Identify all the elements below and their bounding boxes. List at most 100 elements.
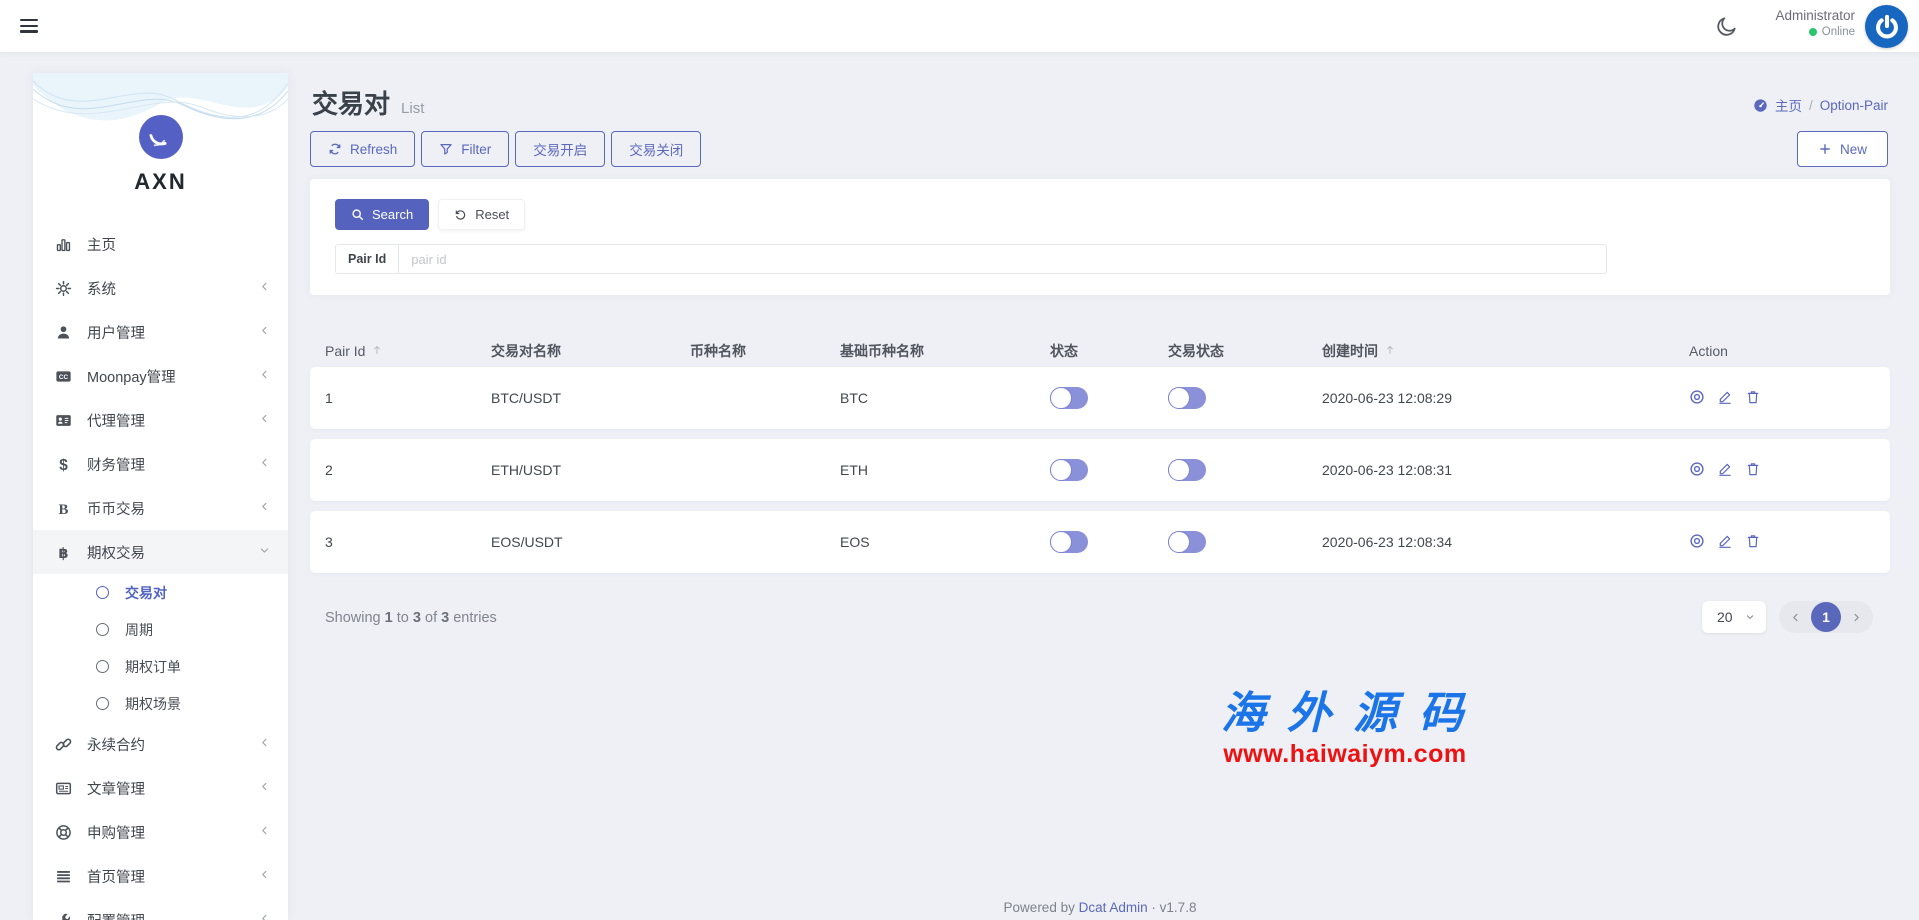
sidebar-item-homepage-mgmt[interactable]: 首页管理	[33, 854, 288, 898]
table-header: Pair Id交易对名称币种名称基础币种名称状态交易状态创建时间Action	[310, 331, 1890, 371]
trade-close-button[interactable]: 交易关闭	[611, 131, 701, 167]
refresh-icon	[328, 142, 342, 156]
filter-button[interactable]: Filter	[421, 131, 509, 167]
trade-status-toggle[interactable]	[1168, 459, 1206, 481]
eye-icon	[1689, 389, 1705, 405]
search-button[interactable]: Search	[335, 199, 429, 230]
dollar-icon: $	[54, 456, 72, 473]
sidebar-item-subscribe-mgmt[interactable]: 申购管理	[33, 810, 288, 854]
trade-open-button[interactable]: 交易开启	[515, 131, 605, 167]
sidebar-item-article-mgmt[interactable]: 文章管理	[33, 766, 288, 810]
edit-action-button[interactable]	[1717, 389, 1733, 408]
trash-action-button[interactable]	[1745, 389, 1761, 408]
avatar[interactable]	[1865, 5, 1908, 48]
svg-text:B: B	[58, 501, 68, 516]
column-header-created_at[interactable]: 创建时间	[1322, 341, 1689, 361]
topbar: Administrator Online	[0, 0, 1919, 52]
refresh-button[interactable]: Refresh	[310, 131, 415, 167]
sidebar-item-label: 永续合约	[87, 734, 145, 755]
user-name: Administrator	[1775, 8, 1855, 23]
search-panel: Search Reset Pair Id	[310, 179, 1890, 295]
cell-base-coin-name: BTC	[840, 390, 1050, 406]
table-row: 3EOS/USDTEOS2020-06-23 12:08:34	[310, 511, 1890, 573]
undo-icon	[454, 208, 467, 221]
life-ring-icon	[54, 824, 72, 841]
pair-id-label: Pair Id	[336, 245, 399, 273]
sidebar-item-moonpay-mgmt[interactable]: CCMoonpay管理	[33, 354, 288, 398]
chevron-left-icon	[259, 824, 270, 840]
trade-status-toggle[interactable]	[1168, 387, 1206, 409]
sidebar-item-label: 首页管理	[87, 866, 145, 887]
cell-pair-name: ETH/USDT	[491, 462, 690, 478]
sidebar-item-label: 财务管理	[87, 454, 145, 475]
cell-pair-id: 2	[325, 462, 491, 478]
sidebar-item-system[interactable]: 系统	[33, 266, 288, 310]
sidebar-subitem-option-orders[interactable]: 期权订单	[33, 648, 288, 685]
edit-action-button[interactable]	[1717, 533, 1733, 552]
new-button[interactable]: New	[1797, 131, 1888, 167]
user-menu[interactable]: Administrator Online	[1775, 8, 1855, 38]
edit-icon	[1717, 389, 1733, 405]
moon-icon[interactable]	[1716, 15, 1738, 37]
reset-button[interactable]: Reset	[438, 199, 525, 230]
search-icon	[351, 208, 364, 221]
sidebar-item-label: 代理管理	[87, 410, 145, 431]
chevron-left-icon	[259, 456, 270, 472]
status-toggle[interactable]	[1050, 531, 1088, 553]
chevron-left-icon	[259, 500, 270, 516]
sidebar-item-config-mgmt[interactable]: 配置管理	[33, 898, 288, 920]
column-header-pair_id[interactable]: Pair Id	[325, 343, 491, 359]
sidebar-subitem-option-scene[interactable]: 期权场景	[33, 685, 288, 722]
trash-icon	[1745, 461, 1761, 477]
column-header-action: Action	[1689, 343, 1875, 359]
breadcrumb-current: Option-Pair	[1820, 98, 1888, 113]
trash-action-button[interactable]	[1745, 461, 1761, 480]
gear-icon	[54, 280, 72, 297]
next-page-button[interactable]	[1851, 612, 1862, 623]
eye-action-button[interactable]	[1689, 461, 1705, 480]
trade-status-toggle[interactable]	[1168, 531, 1206, 553]
sidebar-subitem-pair[interactable]: 交易对	[33, 574, 288, 611]
sidebar-item-perpetual[interactable]: 永续合约	[33, 722, 288, 766]
dcat-admin-link[interactable]: Dcat Admin	[1079, 900, 1148, 915]
eye-action-button[interactable]	[1689, 533, 1705, 552]
page-number-button[interactable]: 1	[1811, 602, 1841, 632]
sidebar-item-agent-mgmt[interactable]: 代理管理	[33, 398, 288, 442]
chevron-left-icon	[259, 368, 270, 384]
prev-page-button[interactable]	[1790, 612, 1801, 623]
breadcrumb-home[interactable]: 主页	[1775, 95, 1802, 115]
version-label: v1.7.8	[1160, 900, 1197, 915]
powered-by-label: Powered by	[1004, 900, 1075, 915]
eye-action-button[interactable]	[1689, 389, 1705, 408]
circle-icon	[96, 623, 109, 636]
sidebar-item-spot-trade[interactable]: B币币交易	[33, 486, 288, 530]
cell-pair-name: BTC/USDT	[491, 390, 690, 406]
sort-up-icon[interactable]	[1384, 343, 1396, 359]
sidebar: AXN 主页系统用户管理CCMoonpay管理代理管理 $ 财务管理 B币币交易฿期权…	[33, 73, 288, 920]
sidebar-item-label: 配置管理	[87, 910, 145, 920]
breadcrumb: 主页 / Option-Pair	[1753, 95, 1888, 115]
cell-created-at: 2020-06-23 12:08:34	[1322, 534, 1689, 550]
cell-pair-name: EOS/USDT	[491, 534, 690, 550]
pair-id-input[interactable]	[399, 245, 1606, 273]
hamburger-icon[interactable]	[20, 19, 38, 33]
newspaper-icon	[54, 780, 72, 797]
sort-up-icon[interactable]	[371, 343, 383, 359]
cell-base-coin-name: ETH	[840, 462, 1050, 478]
user-status-label: Online	[1822, 26, 1855, 38]
new-label: New	[1840, 142, 1867, 157]
per-page-select[interactable]: 20	[1702, 601, 1766, 633]
trash-action-button[interactable]	[1745, 533, 1761, 552]
sidebar-item-user-mgmt[interactable]: 用户管理	[33, 310, 288, 354]
logo-block: AXN	[33, 73, 288, 193]
row-actions	[1689, 389, 1875, 408]
status-toggle[interactable]	[1050, 459, 1088, 481]
column-header-status: 状态	[1050, 341, 1168, 361]
wrench-icon	[54, 912, 72, 920]
sidebar-subitem-period[interactable]: 周期	[33, 611, 288, 648]
edit-action-button[interactable]	[1717, 461, 1733, 480]
status-toggle[interactable]	[1050, 387, 1088, 409]
sidebar-item-home[interactable]: 主页	[33, 222, 288, 266]
sidebar-item-finance-mgmt[interactable]: $ 财务管理	[33, 442, 288, 486]
sidebar-item-option-trade[interactable]: ฿期权交易	[33, 530, 288, 574]
